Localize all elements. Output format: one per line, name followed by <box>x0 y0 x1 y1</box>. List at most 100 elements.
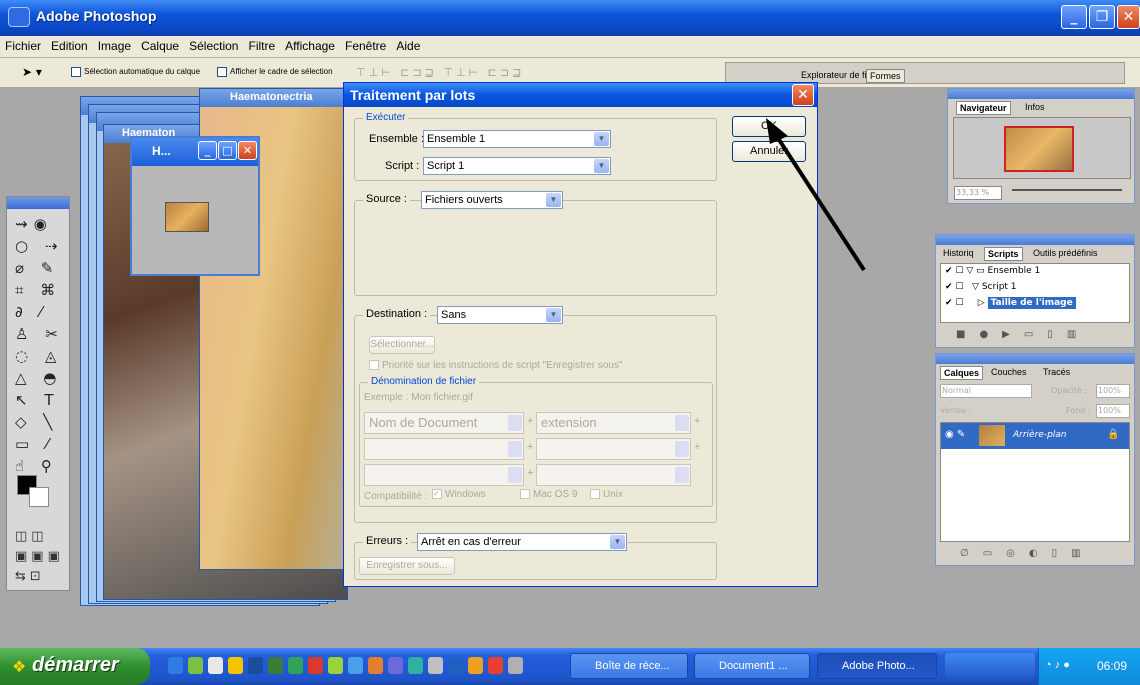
destination-group: Destination : Sans ▼ Sélectionner... Prio… <box>354 306 717 523</box>
set-select[interactable]: Ensemble 1 ▼ <box>423 130 611 148</box>
tab-info[interactable]: Infos <box>1022 101 1048 113</box>
choose-button[interactable]: Sélectionner... <box>369 336 435 354</box>
toolbox: ⇝◉ ○ ⇢ ⌀ ✎ ⌗ ⌘ ∂ ⁄ ♙ ✂ ◌ ◬ △ ◓ ↖ T ◇ ╲ ▭ ⁄ ☝ ⚲ ◫◫ ▣▣… <box>6 196 70 591</box>
menu-image[interactable]: Image <box>93 36 136 53</box>
tab-scripts[interactable]: Scripts <box>984 247 1023 261</box>
quicklaunch-icon[interactable] <box>488 657 503 674</box>
chevron-down-icon: ▼ <box>546 308 561 322</box>
override-checkbox[interactable]: Priorité sur les instructions de script … <box>369 360 623 371</box>
windows-checkbox[interactable]: ✓ Windows <box>432 489 486 500</box>
eye-icon[interactable]: ◉ ✎ <box>945 429 965 440</box>
show-bounds-checkbox[interactable]: Afficher le cadre de sélection <box>217 67 333 77</box>
quicklaunch-icon[interactable] <box>268 657 283 674</box>
mac-checkbox[interactable]: Mac OS 9 <box>520 489 577 500</box>
actions-list: ✔ ☐ ▽ ▭ Ensemble 1 ✔ ☐ ▽ Script 1 ✔ ☐ ▷ … <box>940 263 1130 323</box>
tab-paths[interactable]: Tracés <box>1040 366 1073 378</box>
language-bar[interactable] <box>945 653 1035 679</box>
background-color-swatch[interactable] <box>29 487 49 507</box>
errors-select[interactable]: Arrêt en cas d'erreur ▼ <box>417 533 627 551</box>
dialog-close-button[interactable]: ✕ <box>792 84 814 106</box>
layer-thumbnail <box>979 425 1005 446</box>
naming-group: Dénomination de fichier Exemple : Mon fi… <box>359 376 713 507</box>
menu-fichier[interactable]: Fichier <box>0 36 46 53</box>
blend-mode-select[interactable]: Normal <box>940 384 1032 398</box>
layer-row[interactable]: ◉ ✎ Arrière-plan 🔒 <box>941 423 1129 449</box>
tool-icons[interactable]: ⇝◉ ○ ⇢ ⌀ ✎ ⌗ ⌘ ∂ ⁄ ♙ ✂ ◌ ◬ △ ◓ ↖ T ◇ ╲ ▭ ⁄ ☝ ⚲ <box>7 209 69 477</box>
fill-field[interactable]: 100% <box>1096 404 1130 418</box>
menu-filtre[interactable]: Filtre <box>243 36 280 53</box>
dialog-title: Traitement par lots <box>344 83 817 107</box>
layer-controls[interactable]: ∅▭◎◐▯▥ <box>960 548 1095 559</box>
close-button[interactable]: ✕ <box>1117 5 1140 29</box>
layers-panel: Calques Couches Tracés Normal Opacité : … <box>935 353 1135 566</box>
name-field-6[interactable] <box>536 464 691 486</box>
opacity-field[interactable]: 100% <box>1096 384 1130 398</box>
quicklaunch-icon[interactable] <box>368 657 383 674</box>
quicklaunch-icon[interactable] <box>288 657 303 674</box>
quicklaunch-icon[interactable] <box>508 657 523 674</box>
navigator-preview[interactable] <box>953 117 1131 179</box>
auto-select-checkbox[interactable]: Sélection automatique du calque <box>71 67 200 77</box>
action-controls[interactable]: ■●▶▭▯▥ <box>956 329 1090 340</box>
source-group: Source : Fichiers ouverts ▼ <box>354 191 717 296</box>
unix-checkbox[interactable]: Unix <box>590 489 623 500</box>
tab-navigator[interactable]: Navigateur <box>956 101 1011 115</box>
name-field-5[interactable] <box>364 464 524 486</box>
tab-layers[interactable]: Calques <box>940 366 984 380</box>
small-maximize-button[interactable]: □ <box>218 141 237 160</box>
menu-fenetre[interactable]: Fenêtre <box>340 36 391 53</box>
mode-icons[interactable]: ◫◫ ▣▣▣ ⇆⊡ <box>15 527 64 587</box>
quicklaunch-icon[interactable] <box>188 657 203 674</box>
quicklaunch-icon[interactable] <box>328 657 343 674</box>
minimize-button[interactable]: _ <box>1061 5 1087 29</box>
maximize-button[interactable]: ❐ <box>1089 5 1115 29</box>
taskbar-item-outlook[interactable]: Boîte de réce... <box>570 653 688 679</box>
menu-selection[interactable]: Sélection <box>184 36 243 53</box>
layers-list: ◉ ✎ Arrière-plan 🔒 <box>940 422 1130 542</box>
quicklaunch-icon[interactable] <box>248 657 263 674</box>
action-script-row[interactable]: ✔ ☐ ▽ Script 1 <box>941 282 1131 292</box>
taskbar-item-photoshop[interactable]: Adobe Photo... <box>817 653 937 679</box>
quicklaunch-icon[interactable] <box>348 657 363 674</box>
errors-label: Erreurs : <box>363 535 412 547</box>
clock[interactable]: 06:09 <box>1097 659 1127 673</box>
action-set-row[interactable]: ✔ ☐ ▽ ▭ Ensemble 1 <box>941 266 1131 276</box>
menu-aide[interactable]: Aide <box>391 36 425 53</box>
tab-shapes[interactable]: Formes <box>866 69 905 83</box>
taskbar-item-word[interactable]: Document1 ... <box>694 653 810 679</box>
save-as-button[interactable]: Enregistrer sous... <box>359 557 455 575</box>
quicklaunch-icon[interactable] <box>428 657 443 674</box>
quicklaunch-icon[interactable] <box>208 657 223 674</box>
small-minimize-button[interactable]: _ <box>198 141 217 160</box>
quicklaunch-icon[interactable] <box>408 657 423 674</box>
name-field-2[interactable]: extension <box>536 412 691 434</box>
quicklaunch-icon[interactable] <box>448 657 463 674</box>
name-field-1[interactable]: Nom de Document <box>364 412 524 434</box>
tab-presets[interactable]: Outils prédéfinis <box>1030 247 1101 259</box>
navigator-view-box[interactable] <box>1004 126 1074 172</box>
menu-affichage[interactable]: Affichage <box>280 36 340 53</box>
zoom-field[interactable]: 33,33 % <box>954 186 1002 200</box>
quicklaunch-icon[interactable] <box>468 657 483 674</box>
destination-select[interactable]: Sans ▼ <box>437 306 563 324</box>
chevron-down-icon: ▼ <box>594 159 609 173</box>
tab-channels[interactable]: Couches <box>988 366 1030 378</box>
tray-icons[interactable]: ◔ ♪ ● <box>1045 659 1070 671</box>
zoom-slider[interactable] <box>1012 189 1122 191</box>
execute-legend: Exécuter <box>363 112 409 123</box>
quicklaunch-icon[interactable] <box>388 657 403 674</box>
tab-history[interactable]: Historiq <box>940 247 977 259</box>
quicklaunch-icon[interactable] <box>228 657 243 674</box>
ie-icon[interactable] <box>168 657 183 674</box>
small-close-button[interactable]: ✕ <box>238 141 257 160</box>
source-select[interactable]: Fichiers ouverts ▼ <box>421 191 563 209</box>
name-field-3[interactable] <box>364 438 524 460</box>
move-tool-icon[interactable]: ➤ ▾ <box>22 65 42 79</box>
menu-edition[interactable]: Edition <box>46 36 93 53</box>
small-document-window[interactable]: H... _ □ ✕ <box>130 136 260 276</box>
script-select[interactable]: Script 1 ▼ <box>423 157 611 175</box>
quicklaunch-icon[interactable] <box>308 657 323 674</box>
menu-calque[interactable]: Calque <box>136 36 184 53</box>
action-step-row[interactable]: ✔ ☐ ▷ Taille de l'image <box>941 297 1131 309</box>
name-field-4[interactable] <box>536 438 691 460</box>
